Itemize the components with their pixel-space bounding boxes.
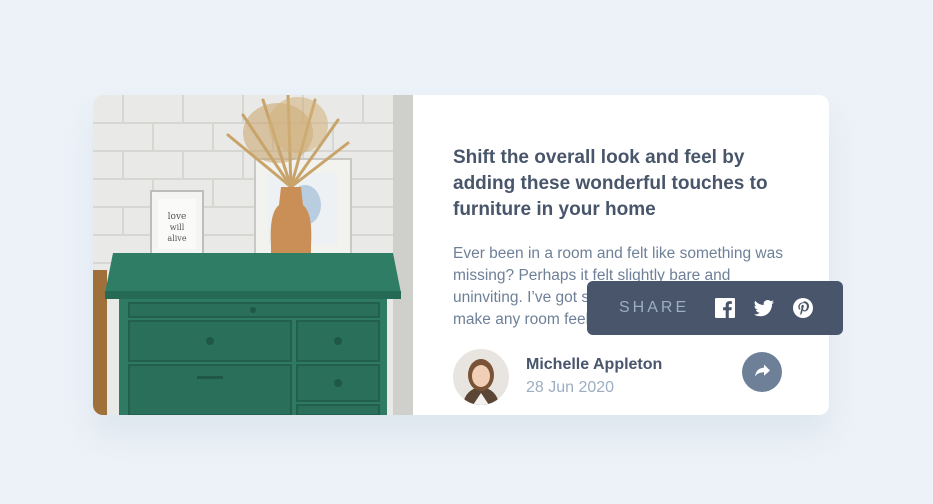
share-popup: SHARE (587, 281, 843, 335)
pinterest-icon[interactable] (793, 298, 814, 318)
drawers-photo: love will alive (93, 95, 413, 415)
twitter-icon[interactable] (754, 299, 775, 317)
share-label: SHARE (619, 299, 690, 316)
publish-date: 28 Jun 2020 (526, 379, 615, 396)
svg-text:will: will (170, 223, 185, 232)
article-card: love will alive Shift the overall look a… (93, 95, 829, 415)
article-title: Shift the overall look and feel by addin… (453, 147, 768, 220)
share-button[interactable] (742, 352, 782, 392)
article-content: Shift the overall look and feel by addin… (453, 95, 793, 415)
facebook-icon[interactable] (715, 298, 736, 318)
avatar (453, 349, 509, 405)
svg-text:love: love (168, 212, 187, 222)
author-name: Michelle Appleton (526, 356, 663, 373)
svg-text:alive: alive (167, 234, 186, 243)
share-arrow-icon (754, 364, 770, 380)
